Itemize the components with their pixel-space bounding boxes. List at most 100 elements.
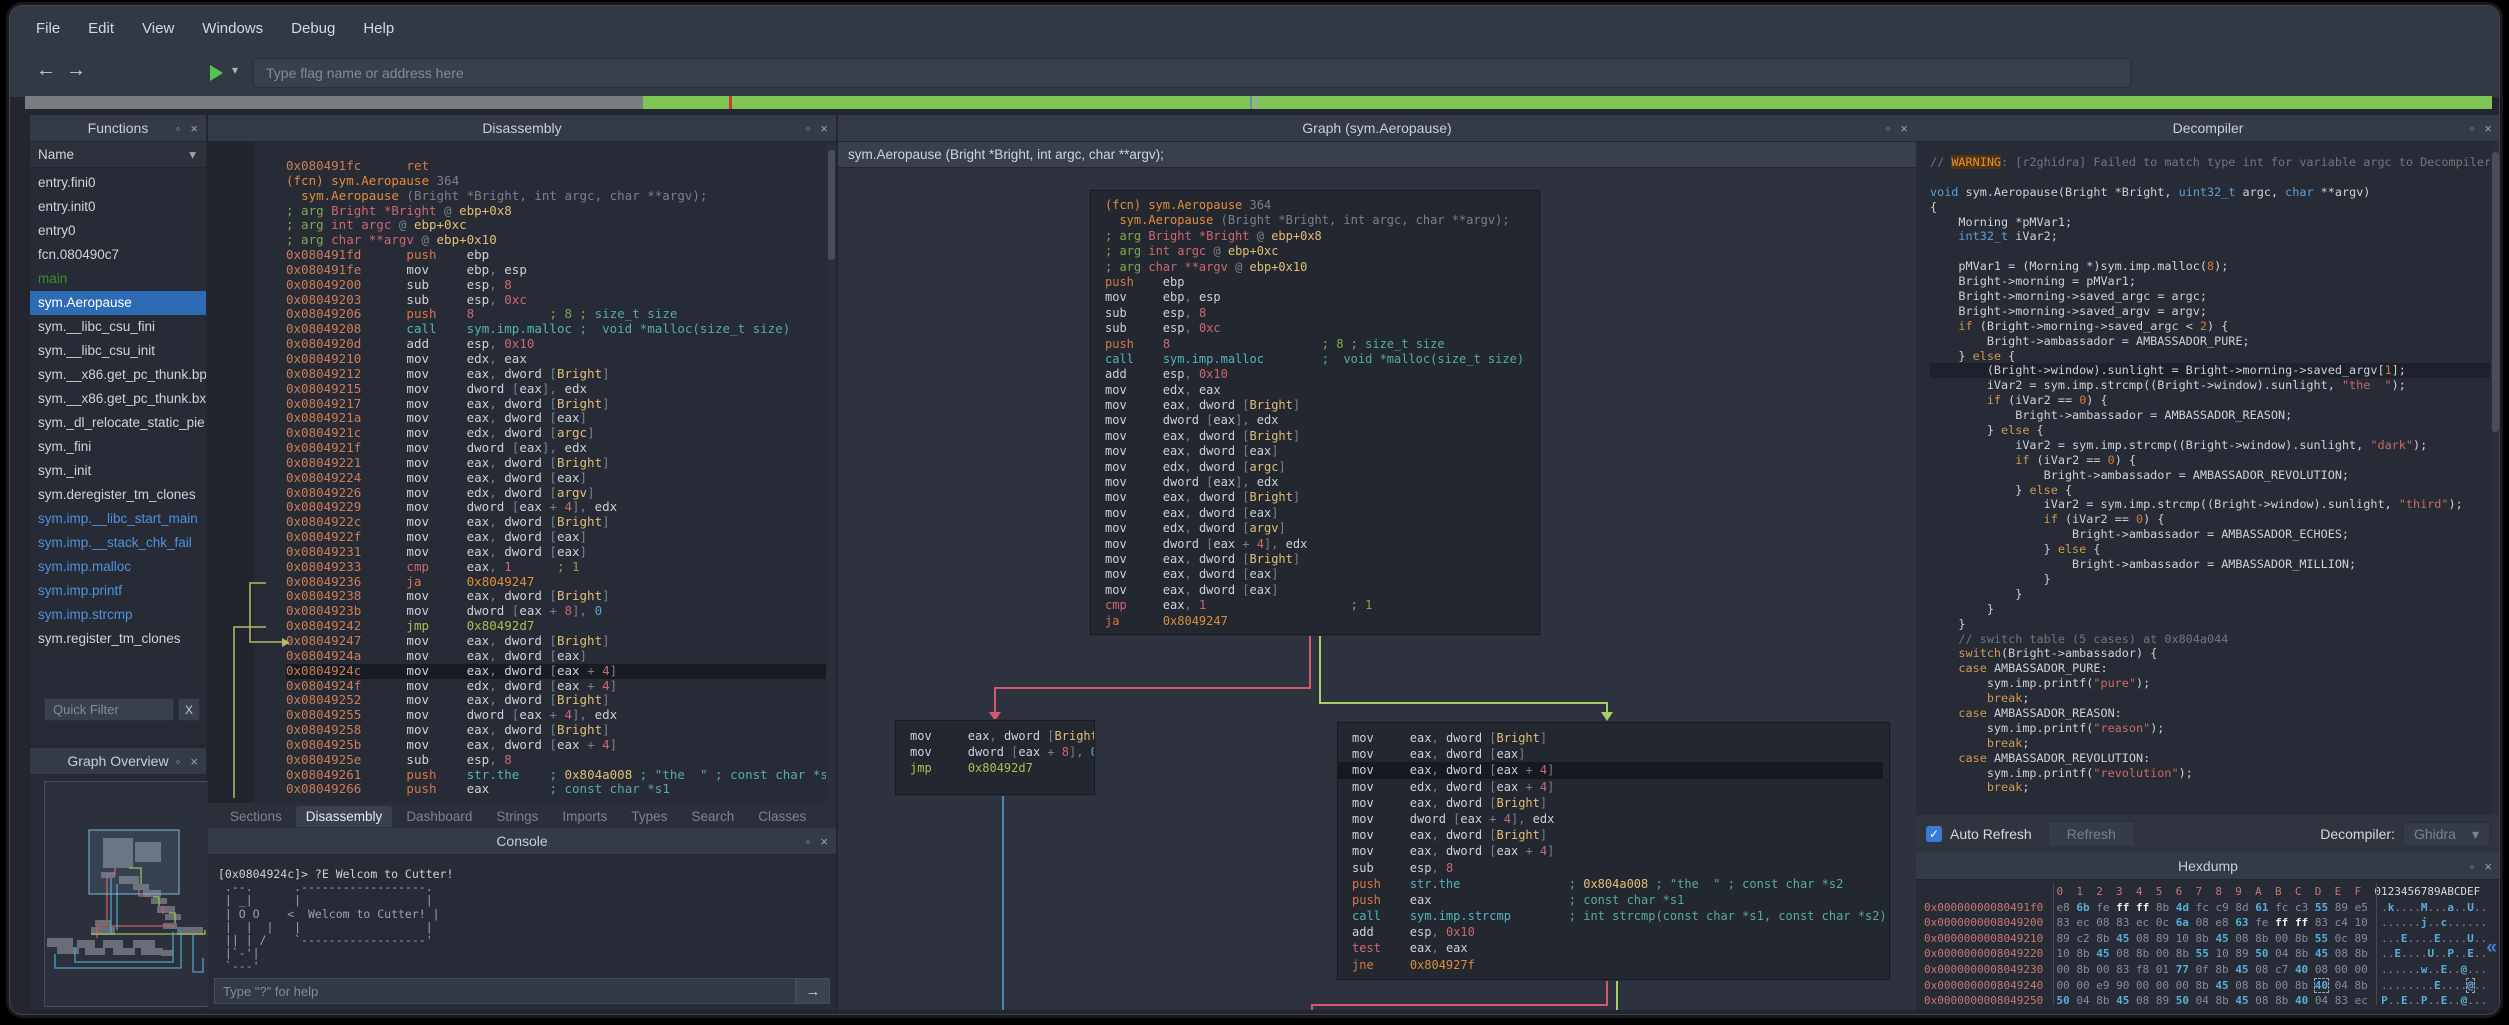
code-line[interactable]: void sym.Aeropause(Bright *Bright, uint3… (1930, 185, 2490, 200)
code-line[interactable]: } else { (1930, 423, 2490, 438)
function-item[interactable]: sym.imp.__libc_start_main (30, 507, 206, 531)
asm-line[interactable]: jne 0x804927f (1352, 957, 1875, 973)
code-line[interactable]: (Bright->window).sunlight = Bright->morn… (1930, 363, 2490, 378)
close-icon[interactable]: × (1900, 121, 1908, 136)
asm-line[interactable]: 0x08049242 jmp 0x80492d7 (286, 619, 826, 634)
asm-line[interactable]: mov edx, dword [eax + 4] (1352, 779, 1875, 795)
menu-debug[interactable]: Debug (291, 20, 335, 37)
asm-line[interactable]: mov edx, dword [argc] (1105, 460, 1525, 475)
asm-line[interactable]: mov eax, dword [eax] (1105, 506, 1525, 521)
function-item[interactable]: fcn.080490c7 (30, 243, 206, 267)
asm-line[interactable]: ; arg int argc @ ebp+0xc (1105, 244, 1525, 259)
functions-column-header[interactable]: Name▾ (30, 142, 206, 168)
asm-line[interactable]: 0x08049252 mov eax, dword [Bright] (286, 693, 826, 708)
asm-line[interactable]: mov eax, dword [Bright] (1105, 398, 1525, 413)
code-line[interactable]: } (1930, 572, 2490, 587)
menu-windows[interactable]: Windows (202, 20, 263, 37)
asm-line[interactable]: 0x08049238 mov eax, dword [Bright] (286, 589, 826, 604)
hex-row[interactable]: 0x0000000008049230 00 8b 00 83 f8 01 77 … (1924, 962, 2492, 978)
asm-line[interactable]: 0x0804925b mov eax, dword [eax + 4] (286, 738, 826, 753)
code-line[interactable]: iVar2 = sym.imp.strcmp((Bright->window).… (1930, 438, 2490, 453)
asm-line[interactable]: ja 0x8049247 (1105, 614, 1525, 629)
asm-line[interactable]: test eax, eax (1352, 940, 1875, 956)
tab-strings[interactable]: Strings (486, 806, 548, 827)
function-item[interactable]: sym.imp.__stack_chk_fail (30, 531, 206, 555)
asm-line[interactable]: 0x08049231 mov eax, dword [eax] (286, 545, 826, 560)
asm-line[interactable]: 0x08049229 mov dword [eax + 4], edx (286, 500, 826, 515)
tab-search[interactable]: Search (681, 806, 744, 827)
asm-line[interactable]: mov eax, dword [Bright] (910, 728, 1080, 744)
function-item[interactable]: sym.__x86.get_pc_thunk.bx (30, 387, 206, 411)
function-item[interactable]: sym.__libc_csu_init (30, 339, 206, 363)
dock-icon[interactable]: ◦ (176, 754, 181, 769)
tab-dashboard[interactable]: Dashboard (396, 806, 482, 827)
dock-icon[interactable]: ◦ (806, 834, 811, 849)
hex-row[interactable]: 0x0000000008049250 50 04 8b 45 08 89 50 … (1924, 993, 2492, 1006)
asm-line[interactable]: push ebp (1105, 275, 1525, 290)
forward-button[interactable]: → (66, 59, 86, 82)
code-line[interactable]: sym.imp.printf("pure"); (1930, 676, 2490, 691)
asm-line[interactable]: 0x0804921f mov dword [eax], edx (286, 441, 826, 456)
quick-filter-input[interactable] (44, 698, 174, 721)
asm-line[interactable]: 0x08049215 mov dword [eax], edx (286, 382, 826, 397)
asm-line[interactable]: 0x0804920d add esp, 0x10 (286, 337, 826, 352)
asm-line[interactable]: 0x0804921a mov eax, dword [eax] (286, 411, 826, 426)
hex-row[interactable]: 0x0000000008049220 10 8b 45 08 8b 00 8b … (1924, 946, 2492, 962)
code-line[interactable]: break; (1930, 780, 2490, 795)
asm-line[interactable]: sym.Aeropause (Bright *Bright, int argc,… (1105, 213, 1525, 228)
asm-line[interactable]: ; arg char **argv @ ebp+0x10 (1105, 260, 1525, 275)
asm-line[interactable]: 0x0804924c mov eax, dword [eax + 4] (286, 664, 826, 679)
asm-line[interactable]: add esp, 0x10 (1105, 367, 1525, 382)
disassembly-scrollbar[interactable] (827, 142, 836, 803)
code-line[interactable]: if (Bright->morning->saved_argc < 2) { (1930, 319, 2490, 334)
function-item[interactable]: sym._init (30, 459, 206, 483)
asm-line[interactable]: mov eax, dword [Bright] (1105, 552, 1525, 567)
dock-icon[interactable]: ◦ (806, 121, 811, 136)
asm-line[interactable]: 0x08049217 mov eax, dword [Bright] (286, 397, 826, 412)
hex-row[interactable]: 0 1 2 3 4 5 6 7 8 9 A B C D E F 01234567… (1924, 884, 2492, 900)
code-line[interactable]: break; (1930, 736, 2490, 751)
code-line[interactable]: Bright->ambassador = AMBASSADOR_PURE; (1930, 334, 2490, 349)
code-line[interactable]: // WARNING: [r2ghidra] Failed to match t… (1930, 155, 2490, 170)
close-icon[interactable]: × (190, 121, 198, 136)
code-line[interactable]: Bright->morning = pMVar1; (1930, 274, 2490, 289)
asm-line[interactable]: 0x08049221 mov eax, dword [Bright] (286, 456, 826, 471)
code-line[interactable]: { (1930, 200, 2490, 215)
asm-line[interactable]: 0x08049236 ja 0x8049247 (286, 575, 826, 590)
asm-line[interactable]: mov eax, dword [Bright] (1105, 490, 1525, 505)
code-line[interactable]: case AMBASSADOR_PURE: (1930, 661, 2490, 676)
asm-line[interactable]: 0x0804922f mov eax, dword [eax] (286, 530, 826, 545)
asm-line[interactable]: 0x0804922c mov eax, dword [Bright] (286, 515, 826, 530)
menu-file[interactable]: File (36, 20, 60, 37)
console-input[interactable] (214, 978, 796, 1004)
asm-line[interactable]: mov dword [eax + 8], 0 (910, 744, 1080, 760)
close-icon[interactable]: × (820, 834, 828, 849)
asm-line[interactable]: push eax ; const char *s1 (1352, 892, 1875, 908)
back-button[interactable]: ← (36, 59, 56, 82)
asm-line[interactable]: 0x08049266 push eax ; const char *s1 (286, 782, 826, 797)
code-line[interactable]: } else { (1930, 349, 2490, 364)
code-line[interactable]: sym.imp.printf("reason"); (1930, 721, 2490, 736)
asm-line[interactable]: mov eax, dword [Bright] (1352, 730, 1875, 746)
tab-classes[interactable]: Classes (748, 806, 816, 827)
function-item[interactable]: sym._dl_relocate_static_pie (30, 411, 206, 435)
asm-line[interactable]: mov eax, dword [eax + 4] (1338, 762, 1883, 778)
function-item[interactable]: entry0 (30, 219, 206, 243)
asm-line[interactable]: 0x0804924f mov edx, dword [eax + 4] (286, 679, 826, 694)
code-line[interactable]: } else { (1930, 542, 2490, 557)
menu-help[interactable]: Help (363, 20, 394, 37)
asm-line[interactable]: mov eax, dword [Bright] (1352, 795, 1875, 811)
hex-row[interactable]: 0x00000000080491f0 e8 6b fe ff ff 8b 4d … (1924, 900, 2492, 916)
code-line[interactable]: if (iVar2 == 0) { (1930, 453, 2490, 468)
code-line[interactable]: pMVar1 = (Morning *)sym.imp.malloc(8); (1930, 259, 2490, 274)
asm-line[interactable]: 0x0804924a mov eax, dword [eax] (286, 649, 826, 664)
dock-icon[interactable]: ◦ (1886, 121, 1891, 136)
function-item[interactable]: main (30, 267, 206, 291)
asm-line[interactable]: mov eax, dword [eax] (1105, 583, 1525, 598)
code-line[interactable]: case AMBASSADOR_REVOLUTION: (1930, 751, 2490, 766)
asm-line[interactable]: (fcn) sym.Aeropause 364 (1105, 198, 1525, 213)
asm-line[interactable]: 0x080491fe mov ebp, esp (286, 263, 826, 278)
code-line[interactable]: Morning *pMVar1; (1930, 215, 2490, 230)
code-line[interactable]: } (1930, 617, 2490, 632)
function-item[interactable]: entry.fini0 (30, 171, 206, 195)
